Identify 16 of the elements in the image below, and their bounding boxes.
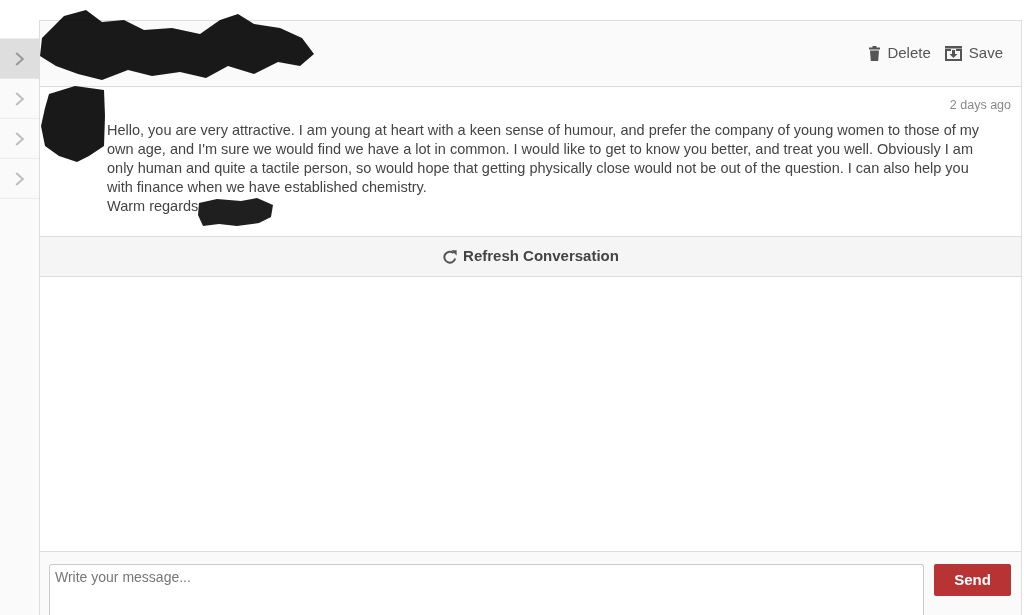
- chevron-right-icon: [15, 91, 24, 106]
- refresh-icon: [442, 248, 459, 265]
- trash-icon: [869, 46, 881, 61]
- message-input[interactable]: Write your message...: [49, 564, 924, 615]
- refresh-conversation-button[interactable]: Refresh Conversation: [442, 245, 619, 268]
- message-signoff: Warm regards: [107, 197, 199, 216]
- message-time: 2 days ago: [949, 97, 1011, 113]
- sidebar-item[interactable]: [0, 39, 39, 79]
- download-tray-icon: [944, 46, 962, 61]
- send-button[interactable]: Send: [934, 564, 1011, 596]
- message-text: Hello, you are very attractive. I am young at heart with a keen sense of humour, and prefer the company of young women to those of my own age, and I'm sure we would find we have a lot in common. I would like to get to know you better, and treat you well. Obviously I am only human and quite a tactile person, so would hope that getting physically close would not be out of the question. I can also help you with finance when we have established chemistry.: [107, 121, 981, 197]
- save-button[interactable]: Save: [944, 42, 1003, 65]
- chevron-right-icon: [15, 171, 24, 186]
- chevron-right-icon: [15, 51, 24, 66]
- chevron-right-icon: [15, 131, 24, 146]
- delete-button[interactable]: Delete: [869, 42, 931, 65]
